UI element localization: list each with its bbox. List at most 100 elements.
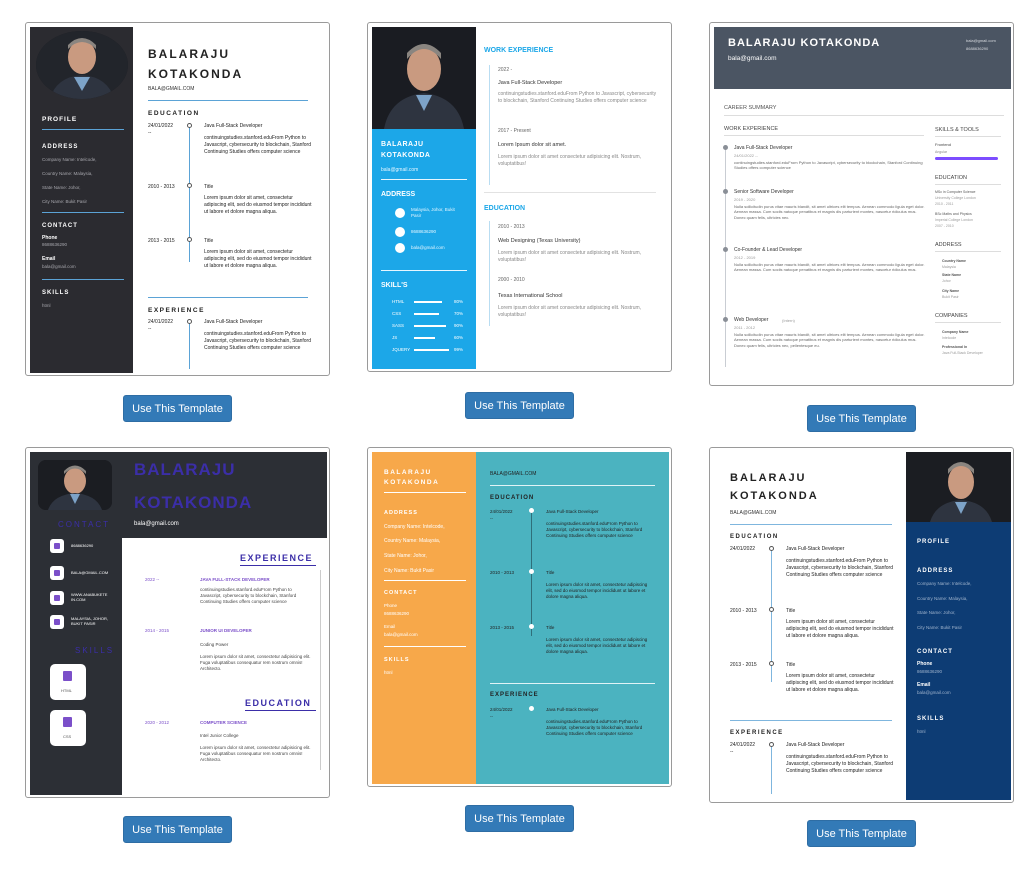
skill-percent: 99% [454,347,464,352]
e1-title: Web Designing (Texas University) [498,238,581,244]
exp-date: 24/01/2022 [148,319,174,325]
template-preview-6: PROFILE ADDRESS Company Name: Intelcode,… [714,452,1011,800]
use-template-button-4[interactable]: Use This Template [123,816,232,843]
entry-desc: Lorem ipsum dolor sit amet, consectetur … [546,582,648,600]
skill-percent: 60% [454,335,464,340]
contact-heading: CONTACT [58,520,111,529]
location-icon [395,208,405,218]
entry-date: 2010 - 2013 [730,608,757,614]
exp-date: 24/01/2022 [730,742,756,748]
web-icon [50,591,64,605]
skill-bar [414,337,435,339]
entry-desc: continuingstudies.stanford.eduFrom Pytho… [546,521,643,539]
exp-date2: -- [730,749,734,755]
phone-value: 8688636290 [917,669,943,674]
address-heading: ADDRESS [384,510,418,516]
entry-title: Title [204,238,214,244]
job-desc: continuingstudies.stanford.eduFrom Pytho… [734,160,923,171]
job-title-tag: (Intern) [782,318,795,323]
email: bala@gmail.com [728,55,777,62]
template-card-2[interactable]: BALARAJU KOTAKONDA bala@gmail.com ADDRES… [367,22,672,372]
skills-heading: SKILLS [75,646,115,655]
profile-photo [372,27,476,129]
email-value: bala@gmail.com [917,690,951,695]
skills-heading: SKILLS [917,716,945,722]
use-template-button-2[interactable]: Use This Template [465,392,574,419]
skill-percent: 80% [454,299,464,304]
entry-title: Java Full-Stack Developer [204,123,263,129]
address-line: Country Name: Malaysia, [917,596,968,601]
skill-item: html [42,303,51,308]
addr-label: State Name [942,273,962,277]
contact-heading: CONTACT [384,590,418,596]
skills-heading: SKILL'S [381,282,408,289]
w1-date: 2022 - [498,67,513,73]
phone-label: Phone [384,603,398,608]
w1-title: Java Full-Stack Developer [498,80,563,86]
template-preview-2: BALARAJU KOTAKONDA bala@gmail.com ADDRES… [372,27,669,369]
experience-heading: EXPERIENCE [240,553,314,563]
skill-item: html [384,670,393,675]
education-heading: EDUCATION [730,534,779,540]
email-label: Email [917,682,931,688]
name: BALARAJU KOTAKONDA [728,37,881,49]
companies-heading: COMPANIES [935,313,968,319]
profile-photo [36,31,128,99]
entry-date: 24/01/2022 [730,546,756,552]
use-template-button-1[interactable]: Use This Template [123,395,232,422]
contact-address: MALAYSIA, JOHOR, BUKIT PASIR [71,616,109,627]
location-icon [50,615,64,629]
email-label: Email [42,256,56,262]
w1-desc: continuingstudies.stanford.eduFrom Pytho… [498,91,657,104]
x1-date: 2022 -- [145,577,160,582]
job-desc: Nulla sollicitudin purus vitae mauris bl… [734,332,925,348]
name-first: BALARAJU [384,469,432,476]
use-template-button-6[interactable]: Use This Template [807,820,916,847]
job-desc: Nulla sollicitudin purus vitae mauris bl… [734,204,925,220]
company-value: Intelcode [942,336,957,340]
entry-date: 2013 - 2015 [730,662,757,668]
exp-title: Java Full-Stack Developer [546,707,599,712]
work-heading: WORK EXPERIENCE [724,126,779,132]
skill-bar [414,349,449,351]
addr-value: Johor [942,279,951,283]
education-heading: EDUCATION [484,205,526,212]
name-first: BALARAJU [134,460,236,479]
contact-email: BALA@GMAIL.COM [71,570,109,575]
html-icon [63,671,72,681]
address-line: Country Name: Malaysia, [42,171,93,176]
skill-name: JQUERY [392,347,411,352]
address-line: City Name: Bukit Pasir [384,568,435,574]
address-line: City Name: Bukit Pasir [917,625,963,630]
template-card-6[interactable]: PROFILE ADDRESS Company Name: Intelcode,… [709,447,1014,803]
job-sub: 2011 - 2012 [734,325,756,330]
x2-date: 2014 - 2015 [145,628,170,633]
skill-item: html [917,729,926,734]
x1-title: JAVA FULL-STACK DEVELOPER [200,577,270,582]
company-label: Company Name [942,330,969,334]
template-card-1[interactable]: PROFILE ADDRESS Company Name: Intelcode,… [25,22,330,376]
template-card-3[interactable]: BALARAJU KOTAKONDA bala@gmail.com bala@g… [709,22,1014,386]
name-first: BALARAJU [730,472,807,484]
skill-label: CSS [63,734,72,739]
entry-title: Title [204,184,214,190]
template-preview-1: PROFILE ADDRESS Company Name: Intelcode,… [30,27,327,373]
angular-label: Angular [935,150,948,154]
e1-date: 2010 - 2013 [498,224,525,230]
entry-title: Title [786,608,796,614]
use-template-button-5[interactable]: Use This Template [465,805,574,832]
email: BALA@GMAIL.COM [490,471,537,477]
use-template-button-3[interactable]: Use This Template [807,405,916,432]
job-sub: 2019 - 2020 [734,197,756,202]
contact-phone: 8688636290 [71,543,94,548]
e1-desc: Lorem ipsum dolor sit amet consectetur a… [498,250,642,263]
name-last: KOTAKONDA [134,493,253,512]
job-sub: 24/01/2022 -- [734,153,758,158]
entry-desc: Lorem ipsum dolor sit amet, consectetur … [204,195,312,215]
address-heading: ADDRESS [917,568,954,574]
template-card-5[interactable]: BALARAJU KOTAKONDA ADDRESS Company Name:… [367,447,672,787]
template-card-4[interactable]: BALARAJU KOTAKONDA bala@gmail.com CONTAC… [25,447,330,798]
edu2-sub: Imperial College London [935,218,973,222]
skill-card [50,710,86,746]
entry-title: Title [546,625,555,630]
